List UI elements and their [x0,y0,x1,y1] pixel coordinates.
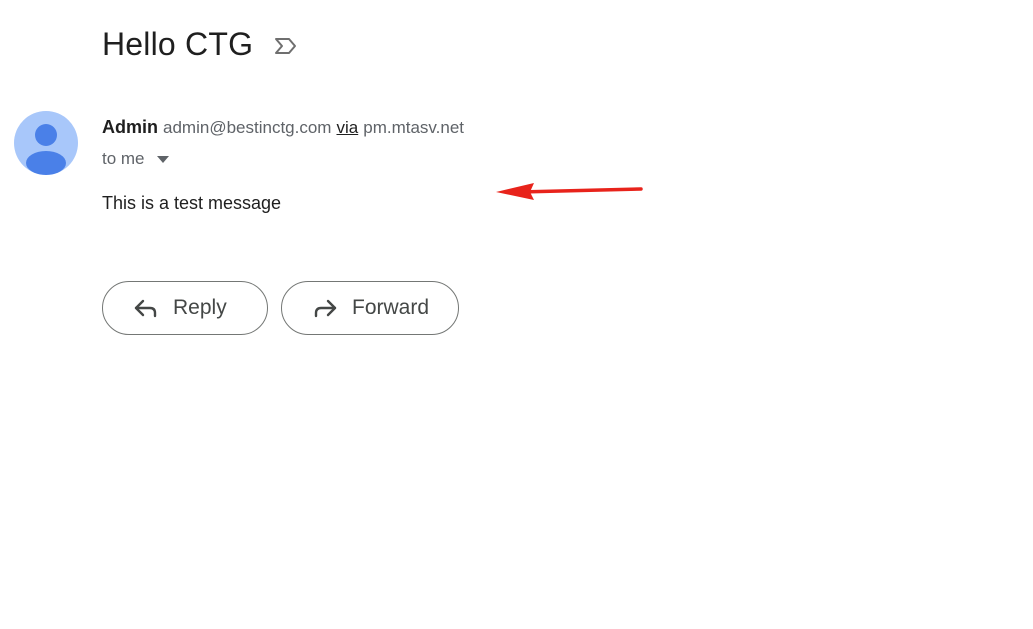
via-domain: pm.mtasv.net [363,118,465,137]
reply-button[interactable]: Reply [102,281,268,335]
message-actions: Reply Forward [102,281,459,335]
via-link[interactable]: via [336,118,358,137]
sender-name[interactable]: Admin [102,117,158,137]
caret-down-icon[interactable] [156,155,169,163]
sender-avatar[interactable] [14,111,78,175]
forward-label: Forward [352,296,430,319]
recipient-label: to me [102,149,145,168]
reply-label: Reply [173,296,227,319]
forward-button[interactable]: Forward [281,281,459,335]
email-body: This is a test message [102,193,282,213]
sender-line: Admin admin@bestinctg.com via pm.mtasv.n… [102,115,464,140]
subject-header: Hello CTG [102,22,299,66]
forward-arrow-icon [314,299,337,318]
red-arrow-left-icon [496,183,643,200]
important-label-icon[interactable] [273,35,299,57]
sender-email: admin@bestinctg.com [163,118,332,137]
default-person-avatar-icon [26,124,66,175]
recipient-details-toggle[interactable]: to me [102,147,169,171]
reply-arrow-icon [134,299,157,318]
email-subject: Hello CTG [102,25,254,62]
